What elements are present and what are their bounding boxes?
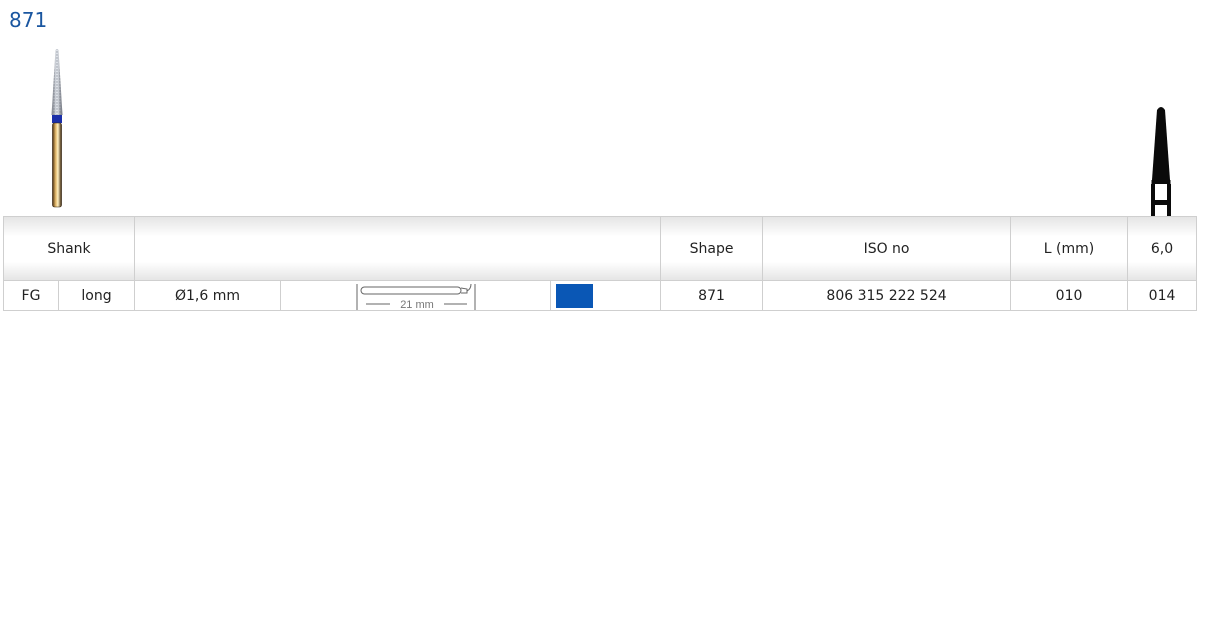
header-shape: Shape	[660, 216, 764, 281]
overall-length-label: 21 mm	[400, 299, 434, 310]
cell-shape: 871	[660, 280, 764, 311]
cell-iso: 806 315 222 524	[762, 280, 1012, 311]
bur-silhouette-icon	[1151, 107, 1171, 218]
header-iso: ISO no	[762, 216, 1012, 281]
header-size: 6,0	[1127, 216, 1198, 281]
header-length: L (mm)	[1010, 216, 1129, 281]
cell-length-diagram: 21 mm	[280, 280, 552, 311]
table-header-row: Shank Shape ISO no L (mm) 6,0	[2, 216, 1198, 281]
cell-shank-length: long	[57, 280, 136, 311]
cell-shank-type: FG	[3, 280, 59, 311]
cell-l-mm: 010	[1010, 280, 1129, 311]
product-title: 871	[9, 8, 48, 32]
spec-table: Shank Shape ISO no L (mm) 6,0 FG long Ø1…	[2, 216, 1198, 311]
cell-size-code: 014	[1127, 280, 1198, 311]
header-blank	[134, 216, 662, 281]
table-row: FG long Ø1,6 mm 21 mm 871 806 315 222 52…	[3, 280, 1198, 311]
ring-color-swatch	[556, 283, 594, 308]
header-shank: Shank	[2, 216, 136, 281]
length-diagram-icon: 21 mm	[356, 283, 476, 310]
cell-diameter: Ø1,6 mm	[134, 280, 282, 311]
bur-photo-icon	[51, 49, 63, 208]
cell-ring-color	[550, 280, 662, 311]
